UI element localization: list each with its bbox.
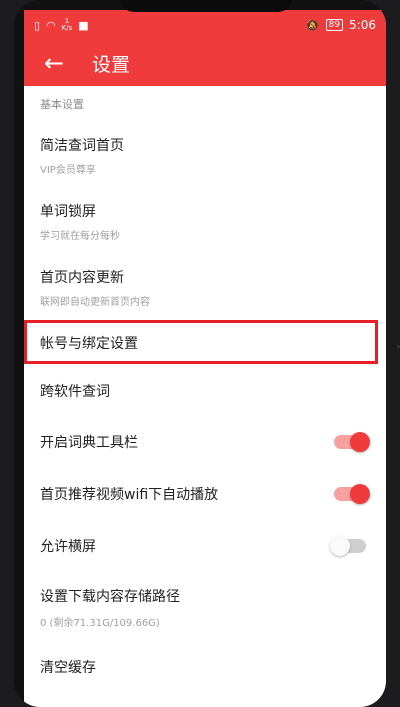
setting-home-content-update[interactable]: 首页内容更新 联网即自动更新首页内容 (24, 254, 386, 320)
toggle-knob (350, 432, 370, 452)
setting-autoplay-video-wifi[interactable]: 首页推荐视频wifi下自动播放 (24, 468, 386, 520)
setting-download-path[interactable]: 设置下载内容存储路径 0 (剩余71.31G/109.66G) (24, 572, 386, 642)
setting-sub: 0 (剩余71.31G/109.66G) (40, 617, 160, 629)
app-bar: ← 设置 (24, 40, 386, 86)
screen: ▯ ◠ 1 K/s ■ 🔕 89 5:06 ← 设置 基本设置 简洁查词首页 V… (24, 10, 386, 707)
battery-icon: 89 (325, 19, 344, 31)
status-left: ▯ ◠ 1 K/s ■ (34, 18, 89, 32)
setting-label: 清空缓存 (40, 660, 96, 676)
status-time: 5:06 (349, 18, 376, 32)
mute-icon: 🔕 (305, 18, 320, 32)
setting-label: 帐号与绑定设置 (40, 336, 138, 352)
setting-label: 首页内容更新 (40, 269, 124, 286)
toggle-switch[interactable] (334, 484, 370, 504)
back-arrow-icon[interactable]: ← (24, 49, 84, 77)
setting-word-lock-screen[interactable]: 单词锁屏 学习就在每分每秒 (24, 188, 386, 254)
network-speed: 1 K/s (62, 18, 73, 32)
wifi-icon: ◠ (46, 18, 56, 32)
setting-label: 跨软件查词 (40, 384, 110, 400)
toggle-switch[interactable] (330, 536, 366, 556)
notification-icon: ■ (78, 18, 89, 32)
setting-label: 首页推荐视频wifi下自动播放 (40, 487, 219, 503)
section-header: 基本设置 (40, 98, 84, 111)
setting-cross-app-lookup[interactable]: 跨软件查词 (24, 366, 386, 416)
setting-simple-lookup-home[interactable]: 简洁查词首页 VIP会员尊享 (24, 122, 386, 188)
setting-label: 简洁查词首页 (40, 137, 124, 154)
setting-account-binding[interactable]: 帐号与绑定设置 (24, 320, 386, 366)
setting-label: 单词锁屏 (40, 203, 96, 220)
camera-notch (120, 0, 292, 12)
phone-frame: ▯ ◠ 1 K/s ■ 🔕 89 5:06 ← 设置 基本设置 简洁查词首页 V… (14, 0, 386, 707)
page-title: 设置 (92, 53, 131, 76)
setting-sub: 联网即自动更新首页内容 (40, 296, 150, 308)
setting-sub: VIP会员尊享 (40, 164, 96, 176)
setting-clear-cache[interactable]: 清空缓存 (24, 642, 386, 692)
setting-label: 设置下载内容存储路径 (40, 588, 180, 605)
toggle-knob (330, 536, 350, 556)
network-speed-unit: K/s (61, 24, 73, 32)
toggle-switch[interactable] (334, 432, 370, 452)
status-bar: ▯ ◠ 1 K/s ■ 🔕 89 5:06 (24, 10, 386, 40)
sim-icon: ▯ (34, 18, 41, 32)
setting-sub: 学习就在每分每秒 (40, 230, 120, 242)
setting-label: 开启词典工具栏 (40, 435, 138, 451)
setting-label: 允许横屏 (40, 539, 96, 555)
setting-allow-landscape[interactable]: 允许横屏 (24, 520, 386, 572)
status-right: 🔕 89 5:06 (306, 18, 376, 32)
setting-dictionary-toolbar[interactable]: 开启词典工具栏 (24, 416, 386, 468)
settings-list: 基本设置 简洁查词首页 VIP会员尊享 单词锁屏 学习就在每分每秒 首页内容更新… (24, 86, 386, 692)
toggle-knob (350, 484, 370, 504)
